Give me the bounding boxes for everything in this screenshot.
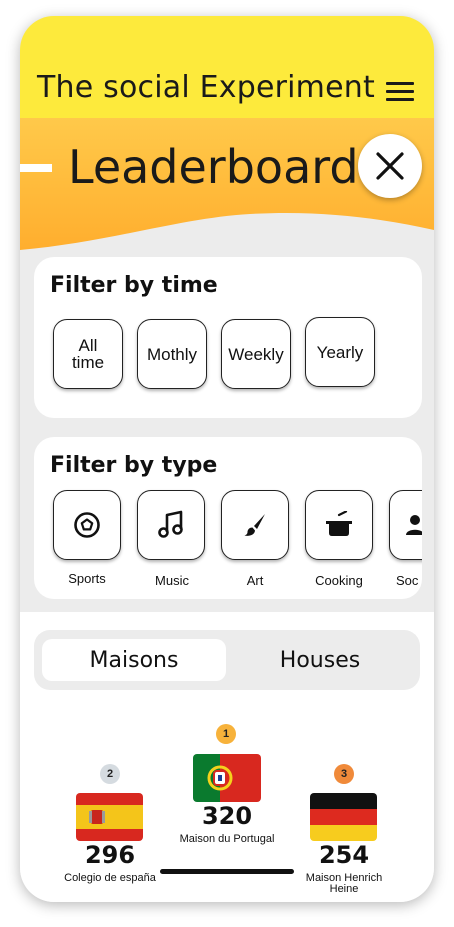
leaderboard-section: Maisons Houses 1 320 Maison du Portugal … (20, 612, 434, 902)
spain-flag[interactable] (76, 793, 143, 841)
time-filter-label: Mothly (146, 344, 198, 364)
type-filter-art[interactable] (221, 490, 289, 560)
portugal-flag[interactable] (193, 754, 261, 802)
home-indicator[interactable] (160, 869, 294, 874)
maison-name-first: Maison du Portugal (179, 833, 275, 845)
maison-name-second: Colegio de españa (64, 872, 156, 884)
time-filter-all-time[interactable]: All time (53, 319, 123, 389)
soccer-ball-icon (74, 512, 100, 538)
segment-label: Maisons (89, 647, 179, 673)
type-filter-label: Cooking (315, 573, 363, 588)
type-filter-social[interactable] (389, 490, 422, 560)
filter-by-type-card: Filter by type Sports Music Art Cooking … (34, 437, 422, 599)
filter-by-type-title: Filter by type (50, 453, 218, 478)
type-filter-sports[interactable] (53, 490, 121, 560)
time-filter-yearly[interactable]: Yearly (305, 317, 375, 387)
cooking-pot-icon (326, 511, 352, 536)
rank-badge-1: 1 (216, 724, 236, 744)
score-third: 254 (318, 841, 370, 869)
filter-by-time-title: Filter by time (50, 273, 218, 298)
maison-name-third: Maison Henrich Heine (305, 872, 383, 895)
type-filter-label: Soc (396, 573, 419, 588)
germany-flag[interactable] (310, 793, 377, 841)
germany-flag-image (310, 793, 377, 841)
app-title: The social Experiment (37, 70, 375, 105)
time-filter-weekly[interactable]: Weekly (221, 319, 291, 389)
hero-accent-dash (20, 164, 52, 172)
close-icon (376, 152, 404, 180)
hamburger-menu-icon[interactable] (384, 82, 416, 102)
rank-badge-3: 3 (334, 764, 354, 784)
page-title: Leaderboard (68, 140, 359, 194)
type-filter-label: Music (155, 573, 189, 588)
close-button[interactable] (358, 134, 422, 198)
rank-badge-2: 2 (100, 764, 120, 784)
segment-houses[interactable]: Houses (228, 639, 412, 681)
time-filter-label: Yearly (316, 342, 364, 362)
top-app-bar: The social Experiment (20, 16, 434, 118)
music-note-icon (158, 510, 183, 538)
time-filter-monthly[interactable]: Mothly (137, 319, 207, 389)
score-first: 320 (201, 802, 253, 830)
score-second: 296 (84, 841, 136, 869)
segment-maisons[interactable]: Maisons (42, 639, 226, 681)
type-filter-label: Art (246, 573, 264, 588)
filter-by-time-card: Filter by time All time Mothly Weekly Ye… (34, 257, 422, 418)
type-filter-music[interactable] (137, 490, 205, 560)
portugal-flag-image (193, 754, 261, 802)
paintbrush-icon (244, 514, 265, 536)
type-filter-label: Sports (68, 571, 106, 586)
spain-flag-image (76, 793, 143, 841)
segmented-control: Maisons Houses (34, 630, 420, 690)
time-filter-label: All time (71, 336, 105, 372)
phone-frame: The social Experiment Leaderboard Filter (20, 16, 434, 902)
type-filter-cooking[interactable] (305, 490, 373, 560)
segment-label: Houses (279, 647, 361, 673)
time-filter-label: Weekly (228, 344, 284, 364)
leaderboard-hero: Leaderboard (20, 118, 434, 268)
people-icon (406, 515, 422, 535)
